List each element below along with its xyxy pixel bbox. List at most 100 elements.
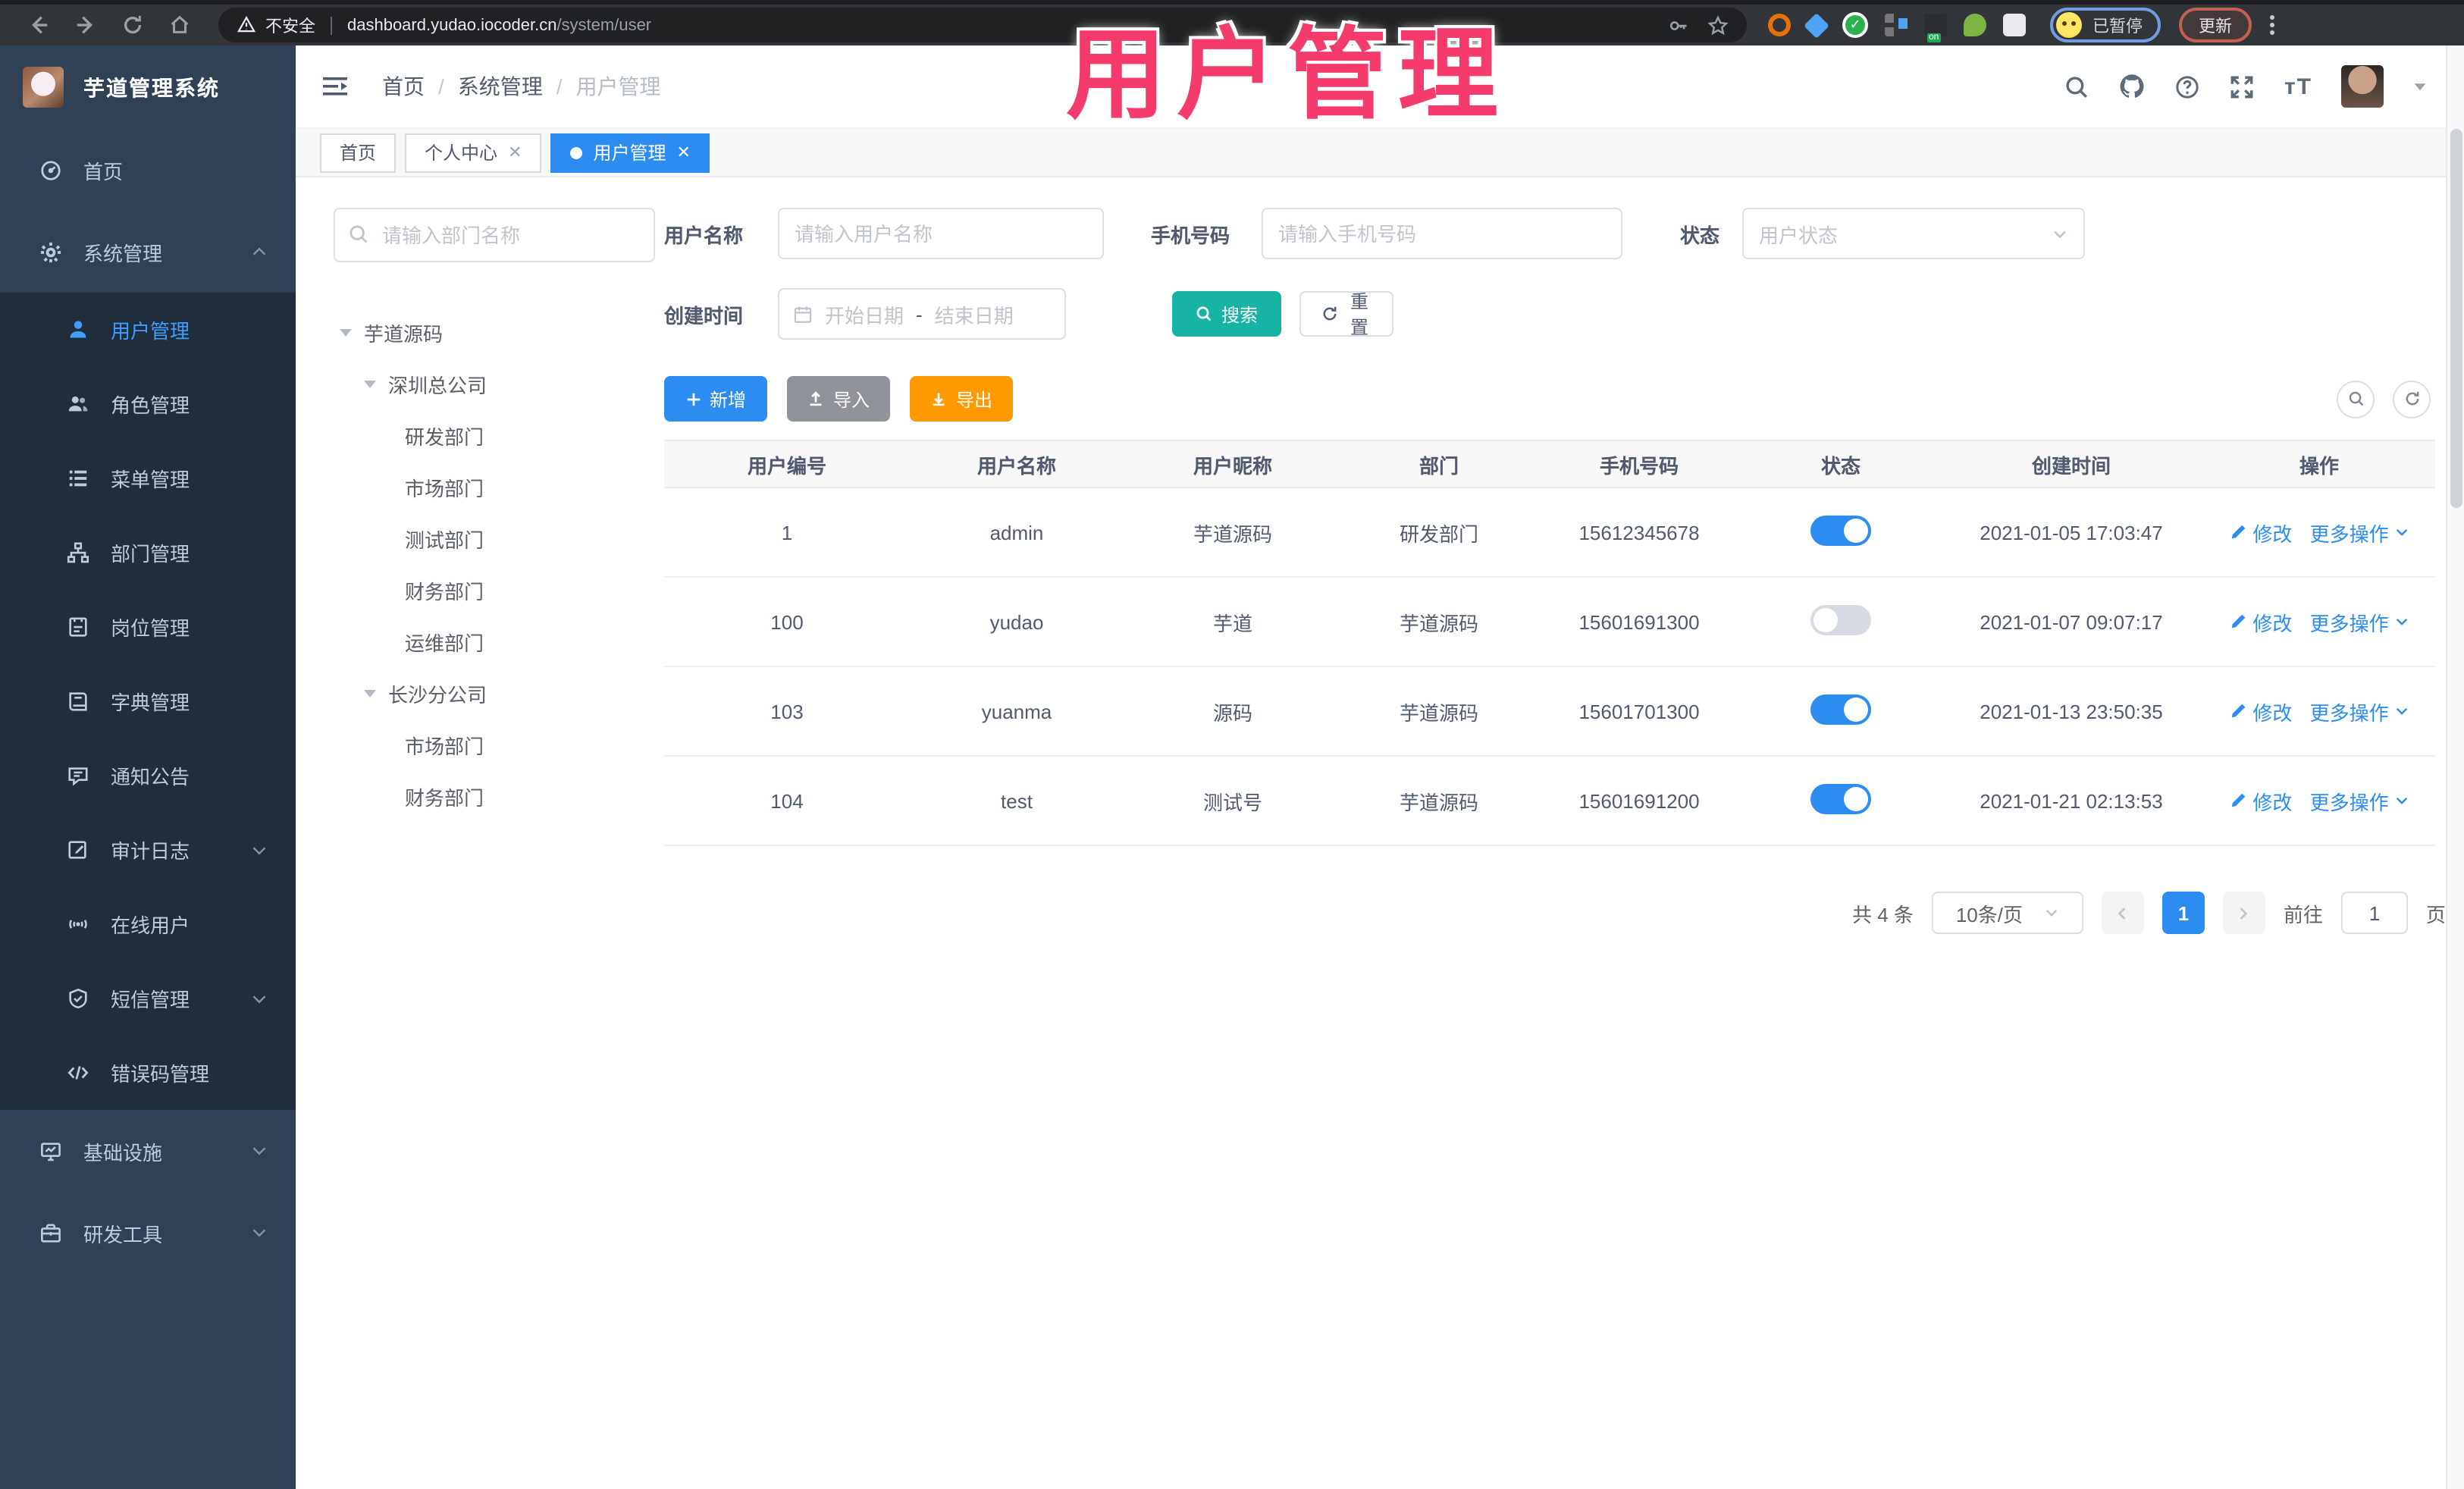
cell-nickname: 芋道	[1124, 577, 1342, 667]
bookmark-star-icon[interactable]	[1707, 14, 1729, 36]
edit-link[interactable]: 修改	[2252, 697, 2292, 726]
sidebar-item-label: 基础设施	[83, 1141, 163, 1164]
back-icon[interactable]	[27, 14, 50, 36]
more-actions-link[interactable]: 更多操作	[2310, 518, 2389, 547]
prev-page-button[interactable]	[2101, 892, 2144, 934]
more-actions-link[interactable]: 更多操作	[2310, 697, 2389, 726]
tree-node[interactable]: 市场部门	[334, 461, 655, 513]
search-button[interactable]: 搜索	[1172, 291, 1281, 337]
edit-link[interactable]: 修改	[2252, 786, 2292, 815]
browser-update-button[interactable]: 更新	[2179, 8, 2252, 42]
sidebar-item-dict-management[interactable]: 字典管理	[0, 664, 296, 738]
sidebar-item-home[interactable]: 首页	[0, 129, 296, 211]
status-toggle[interactable]	[1810, 604, 1871, 635]
hide-search-button[interactable]	[2337, 380, 2375, 418]
close-icon[interactable]: ✕	[677, 143, 691, 162]
more-actions-link[interactable]: 更多操作	[2310, 607, 2389, 636]
tree-node[interactable]: 运维部门	[334, 616, 655, 667]
sidebar-item-infrastructure[interactable]: 基础设施	[0, 1110, 296, 1192]
header-search-icon[interactable]	[2064, 74, 2090, 99]
sidebar-item-audit-log[interactable]: 审计日志	[0, 813, 296, 887]
sidebar-fold-icon[interactable]	[321, 73, 349, 100]
status-toggle[interactable]	[1810, 694, 1871, 724]
code-icon	[67, 1061, 89, 1084]
sidebar-item-dept-management[interactable]: 部门管理	[0, 516, 296, 590]
sidebar-item-menu-management[interactable]: 菜单管理	[0, 441, 296, 516]
extension-blue-gem-icon[interactable]	[1804, 12, 1829, 38]
address-bar[interactable]: 不安全 dashboard.yudao.iocoder.cn/system/us…	[218, 8, 1747, 42]
edit-link[interactable]: 修改	[2252, 518, 2292, 547]
sidebar-item-dev-tools[interactable]: 研发工具	[0, 1192, 296, 1274]
extensions-puzzle-icon[interactable]	[2003, 14, 2026, 36]
close-icon[interactable]: ✕	[508, 143, 522, 162]
breadcrumb-system[interactable]: 系统管理	[458, 71, 543, 102]
tab-home[interactable]: 首页	[320, 133, 397, 172]
refresh-icon[interactable]	[121, 14, 144, 36]
extension-orange-ring-icon[interactable]	[1768, 14, 1791, 36]
sidebar-item-sms-management[interactable]: 短信管理	[0, 961, 296, 1036]
github-icon[interactable]	[2119, 73, 2146, 100]
table-header-row: 用户编号 用户名称 用户昵称 部门 手机号码 状态 创建时间 操作	[664, 440, 2435, 488]
key-icon[interactable]	[1668, 14, 1689, 36]
refresh-table-button[interactable]	[2393, 380, 2431, 418]
home-icon[interactable]	[168, 14, 191, 36]
tab-profile[interactable]: 个人中心 ✕	[405, 133, 542, 172]
sidebar-item-system[interactable]: 系统管理	[0, 211, 296, 293]
sidebar-item-post-management[interactable]: 岗位管理	[0, 590, 296, 664]
add-button[interactable]: 新增	[664, 376, 767, 422]
font-size-icon[interactable]: ᴛT	[2284, 74, 2312, 99]
forward-icon[interactable]	[74, 14, 97, 36]
online-user-icon	[67, 913, 89, 936]
extension-recorder-on-icon[interactable]	[1924, 14, 1947, 42]
page-scrollbar[interactable]	[2446, 45, 2464, 1489]
status-toggle[interactable]	[1810, 515, 1871, 545]
edit-link[interactable]: 修改	[2252, 607, 2292, 636]
reset-button[interactable]: 重置	[1299, 291, 1393, 338]
avatar-caret-icon[interactable]	[2412, 79, 2428, 94]
page-size-select[interactable]: 10条/页	[1931, 892, 2083, 934]
browser-profile-chip[interactable]: 已暂停	[2050, 8, 2161, 42]
tab-user-management[interactable]: 用户管理 ✕	[550, 133, 710, 172]
tree-node[interactable]: 研发部门	[334, 409, 655, 461]
extension-green-plant-icon[interactable]	[1964, 14, 1986, 36]
more-actions-link[interactable]: 更多操作	[2310, 786, 2389, 815]
username-input[interactable]	[778, 208, 1104, 259]
extension-green-check-icon[interactable]: ✓	[1842, 12, 1868, 38]
caret-down-icon[interactable]	[340, 328, 352, 336]
import-button[interactable]: 导入	[787, 376, 890, 422]
tree-node[interactable]: 深圳总公司	[334, 358, 655, 409]
tree-node[interactable]: 财务部门	[334, 564, 655, 616]
tree-node[interactable]: 测试部门	[334, 513, 655, 564]
app-logo[interactable]: 芋道管理系统	[0, 45, 296, 129]
caret-down-icon[interactable]	[364, 689, 376, 697]
sidebar-item-online-users[interactable]: 在线用户	[0, 887, 296, 961]
mobile-input[interactable]	[1262, 208, 1622, 259]
user-avatar[interactable]	[2341, 65, 2384, 108]
update-label: 更新	[2199, 17, 2232, 36]
scrollbar-thumb[interactable]	[2450, 129, 2462, 508]
export-button[interactable]: 导出	[910, 376, 1013, 422]
tree-node[interactable]: 市场部门	[334, 719, 655, 770]
tree-node[interactable]: 长沙分公司	[334, 667, 655, 719]
tree-node[interactable]: 芋道源码	[334, 306, 655, 358]
sidebar-item-role-management[interactable]: 角色管理	[0, 367, 296, 441]
sidebar-item-error-code[interactable]: 错误码管理	[0, 1036, 296, 1110]
status-toggle[interactable]	[1810, 783, 1871, 813]
breadcrumb-home[interactable]: 首页	[382, 71, 425, 102]
sidebar-item-label: 通知公告	[111, 766, 190, 788]
goto-page-input[interactable]	[2340, 892, 2408, 934]
dept-search-input[interactable]	[334, 208, 655, 262]
page-number-1[interactable]: 1	[2161, 892, 2205, 934]
extension-app-grid-icon[interactable]	[1885, 14, 1908, 36]
next-page-button[interactable]	[2222, 892, 2265, 934]
help-icon[interactable]	[2175, 74, 2201, 99]
status-select[interactable]: 用户状态	[1742, 208, 2085, 259]
tree-node[interactable]: 财务部门	[334, 770, 655, 822]
cell-id: 104	[664, 756, 910, 846]
sidebar-item-user-management[interactable]: 用户管理	[0, 293, 296, 367]
fullscreen-icon[interactable]	[2230, 74, 2256, 99]
browser-menu-icon[interactable]	[2270, 15, 2274, 35]
caret-down-icon[interactable]	[364, 380, 376, 387]
date-range-input[interactable]: 开始日期 - 结束日期	[778, 288, 1066, 340]
sidebar-item-notice[interactable]: 通知公告	[0, 738, 296, 813]
